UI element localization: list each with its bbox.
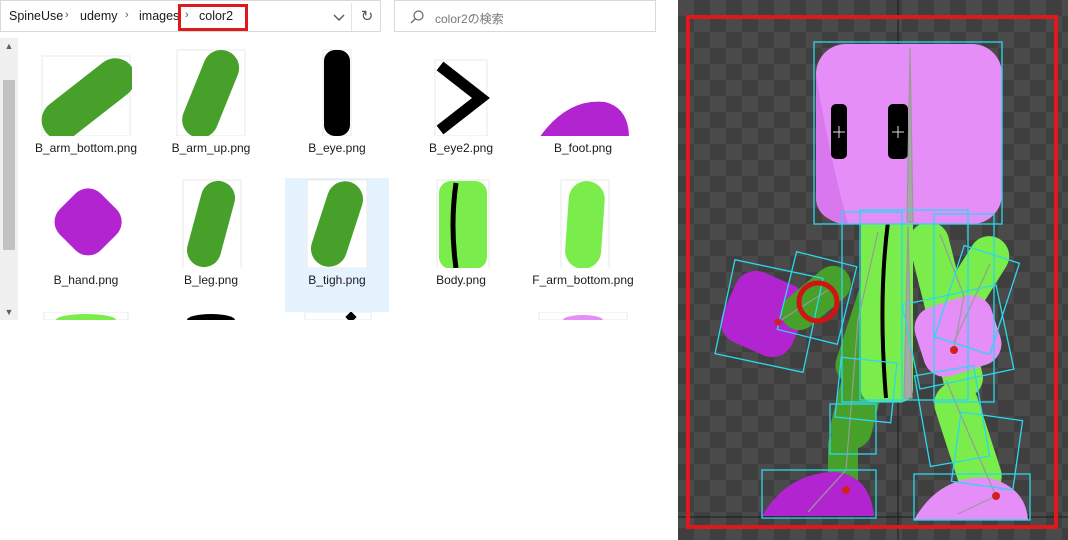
file-item-selected[interactable]: B_tigh.png — [285, 178, 389, 312]
file-thumbnail — [176, 49, 246, 136]
breadcrumb-spineuse[interactable]: SpineUse — [9, 9, 63, 23]
file-name: B_arm_up.png — [171, 141, 251, 155]
file-item[interactable]: B_hand.png — [34, 178, 138, 312]
divider — [351, 3, 352, 31]
vertical-scrollbar[interactable]: ▲ ▼ — [0, 38, 18, 320]
scroll-down-arrow-icon[interactable]: ▼ — [0, 304, 18, 320]
breadcrumb-separator: › — [125, 9, 129, 21]
file-thumbnail — [434, 59, 490, 136]
file-thumbnail — [560, 179, 610, 268]
file-name: B_tigh.png — [308, 273, 366, 287]
file-name: B_eye2.png — [428, 141, 494, 155]
file-item[interactable]: B_eye.png — [285, 46, 389, 180]
file-name: B_eye.png — [308, 141, 366, 155]
file-name: B_leg.png — [183, 273, 239, 287]
file-item[interactable]: B_arm_bottom.png — [34, 46, 138, 180]
spine-canvas[interactable] — [678, 0, 1068, 540]
breadcrumb-highlight-box — [178, 4, 248, 31]
file-thumbnail — [322, 49, 352, 136]
scroll-up-arrow-icon[interactable]: ▲ — [0, 38, 18, 54]
file-item[interactable]: B_eye2.png — [409, 46, 513, 180]
file-name: B_hand.png — [53, 273, 119, 287]
search-icon — [410, 10, 424, 24]
file-item[interactable]: B_foot.png — [531, 46, 635, 180]
file-thumbnail — [54, 188, 122, 256]
file-name: F_arm_bottom.png — [532, 273, 634, 287]
file-item[interactable]: B_arm_up.png — [159, 46, 263, 180]
breadcrumb-udemy[interactable]: udemy — [80, 9, 118, 23]
file-explorer: SpineUse › udemy › images › color2 ↻ col… — [0, 0, 658, 540]
file-item[interactable]: Body.png — [409, 178, 513, 312]
file-thumbnail — [41, 55, 132, 136]
file-name: Body.png — [436, 273, 486, 287]
file-thumbnail — [306, 179, 368, 268]
file-item[interactable]: F_arm_bottom.png — [531, 178, 635, 312]
file-thumbnail — [182, 179, 242, 268]
file-thumbnail-partial — [43, 312, 129, 320]
file-thumbnail-partial — [304, 312, 372, 320]
breadcrumb-images[interactable]: images — [139, 9, 179, 23]
chevron-down-icon[interactable] — [329, 7, 349, 27]
refresh-icon[interactable]: ↻ — [356, 7, 378, 27]
file-thumbnail-partial — [187, 314, 235, 320]
file-name: B_foot.png — [553, 141, 613, 155]
file-name: B_arm_bottom.png — [34, 141, 138, 155]
search-placeholder: color2の検索 — [435, 12, 504, 26]
file-thumbnail — [436, 179, 490, 268]
file-thumbnail — [540, 101, 629, 136]
scrollbar-thumb[interactable] — [3, 80, 15, 250]
spine-editor-viewport[interactable] — [678, 0, 1068, 540]
search-box[interactable]: color2の検索 — [394, 0, 656, 32]
file-thumbnail-partial — [538, 312, 628, 320]
breadcrumb-separator: › — [65, 9, 69, 21]
address-bar[interactable]: SpineUse › udemy › images › color2 ↻ — [0, 0, 381, 32]
file-item[interactable]: B_leg.png — [159, 178, 263, 312]
